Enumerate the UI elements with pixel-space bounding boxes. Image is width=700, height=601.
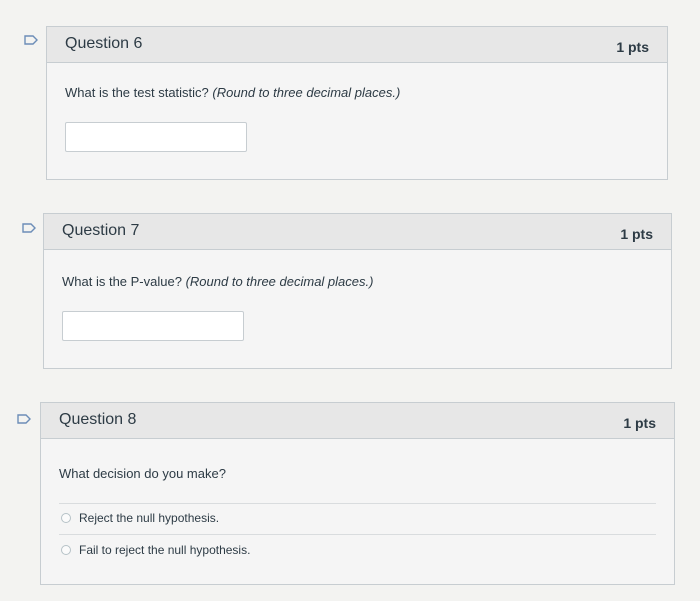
question-title: Question 7 — [62, 222, 140, 239]
answer-divider — [59, 503, 656, 504]
question-8-card: Question 8 1 pts What decision do you ma… — [40, 402, 675, 585]
question-hint: (Round to three decimal places.) — [185, 274, 374, 289]
question-7-card: Question 7 1 pts What is the P-value? (R… — [43, 213, 672, 369]
question-6-card: Question 6 1 pts What is the test statis… — [46, 26, 668, 180]
flag-icon[interactable] — [17, 414, 31, 424]
question-header: Question 6 1 pts — [47, 27, 667, 63]
answer-input[interactable] — [62, 311, 244, 341]
answer-option[interactable]: Reject the null hypothesis. — [61, 511, 219, 525]
question-points: 1 pts — [620, 226, 653, 242]
answer-option[interactable]: Fail to reject the null hypothesis. — [61, 543, 250, 557]
question-title: Question 6 — [65, 35, 143, 52]
radio-button[interactable] — [61, 513, 71, 523]
question-prompt: What decision do you make? — [59, 466, 226, 481]
question-points: 1 pts — [616, 39, 649, 55]
question-prompt: What is the test statistic? (Round to th… — [65, 85, 401, 100]
question-prompt: What is the P-value? (Round to three dec… — [62, 274, 374, 289]
answer-divider — [59, 534, 656, 535]
question-header: Question 7 1 pts — [44, 214, 671, 250]
question-title: Question 8 — [59, 411, 137, 428]
radio-button[interactable] — [61, 545, 71, 555]
flag-icon[interactable] — [22, 223, 36, 233]
option-label: Reject the null hypothesis. — [79, 511, 220, 525]
answer-input[interactable] — [65, 122, 247, 152]
flag-icon[interactable] — [24, 35, 38, 45]
question-hint: (Round to three decimal places.) — [212, 85, 401, 100]
option-label: Fail to reject the null hypothesis. — [79, 543, 251, 557]
question-header: Question 8 1 pts — [41, 403, 674, 439]
question-points: 1 pts — [623, 415, 656, 431]
